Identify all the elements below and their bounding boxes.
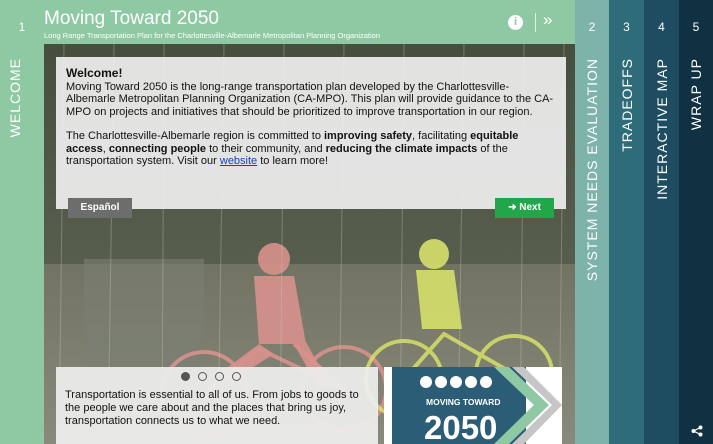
carousel-caption: Transportation is essential to all of us… bbox=[65, 389, 359, 427]
moving-toward-2050-logo: MOVING TOWARD 2050 bbox=[384, 367, 562, 444]
section-label-tradeoffs: TRADEOFFS bbox=[618, 58, 635, 152]
carousel-dot[interactable] bbox=[232, 372, 241, 381]
section-tab-welcome[interactable]: 1 WELCOME bbox=[0, 0, 44, 444]
website-link[interactable]: website bbox=[220, 155, 257, 167]
section-number: 3 bbox=[623, 20, 630, 34]
next-button[interactable]: ➜ Next bbox=[495, 198, 554, 218]
header-divider bbox=[535, 13, 536, 32]
section-tab-interactive-map[interactable]: 4 INTERACTIVE MAP bbox=[644, 0, 679, 444]
section-label-welcome: WELCOME bbox=[7, 58, 23, 138]
carousel-dot[interactable] bbox=[198, 372, 207, 381]
carousel-dot[interactable] bbox=[181, 372, 190, 381]
section-tab-system-needs[interactable]: 2 SYSTEM NEEDS EVALUATION bbox=[575, 0, 609, 444]
logo-tagline: MOVING TOWARD bbox=[426, 397, 500, 407]
share-icon[interactable] bbox=[691, 425, 703, 437]
section-label-system-needs: SYSTEM NEEDS EVALUATION bbox=[584, 58, 600, 282]
double-chevron-right-icon[interactable]: » bbox=[543, 10, 552, 30]
carousel-caption-card: Transportation is essential to all of us… bbox=[56, 367, 378, 444]
section-number: 1 bbox=[18, 20, 26, 34]
header-bar: Moving Toward 2050 Long Range Transporta… bbox=[44, 0, 575, 44]
section-tab-wrap-up[interactable]: 5 WRAP UP bbox=[679, 0, 713, 444]
espanol-button[interactable]: Español bbox=[68, 198, 132, 218]
page-subtitle: Long Range Transportation Plan for the C… bbox=[44, 31, 381, 40]
section-number: 2 bbox=[588, 20, 596, 34]
info-icon[interactable]: i bbox=[508, 15, 523, 30]
welcome-paragraph-2: The Charlottesville-Albemarle region is … bbox=[66, 130, 519, 167]
welcome-card: Welcome! Moving Toward 2050 is the long-… bbox=[56, 57, 566, 209]
main-stage: Welcome! Moving Toward 2050 is the long-… bbox=[44, 44, 575, 444]
section-number: 4 bbox=[658, 20, 665, 34]
info-glyph: i bbox=[513, 16, 518, 28]
section-label-wrap-up: WRAP UP bbox=[688, 58, 704, 131]
welcome-heading: Welcome! bbox=[66, 66, 123, 80]
section-number: 5 bbox=[692, 20, 700, 34]
section-label-interactive-map: INTERACTIVE MAP bbox=[653, 58, 670, 200]
welcome-paragraph-1: Moving Toward 2050 is the long-range tra… bbox=[66, 80, 554, 118]
carousel-dot[interactable] bbox=[215, 372, 224, 381]
section-tab-tradeoffs[interactable]: 3 TRADEOFFS bbox=[609, 0, 644, 444]
logo-year: 2050 bbox=[424, 409, 497, 444]
carousel-dots bbox=[181, 372, 241, 381]
page-title: Moving Toward 2050 bbox=[44, 8, 219, 29]
